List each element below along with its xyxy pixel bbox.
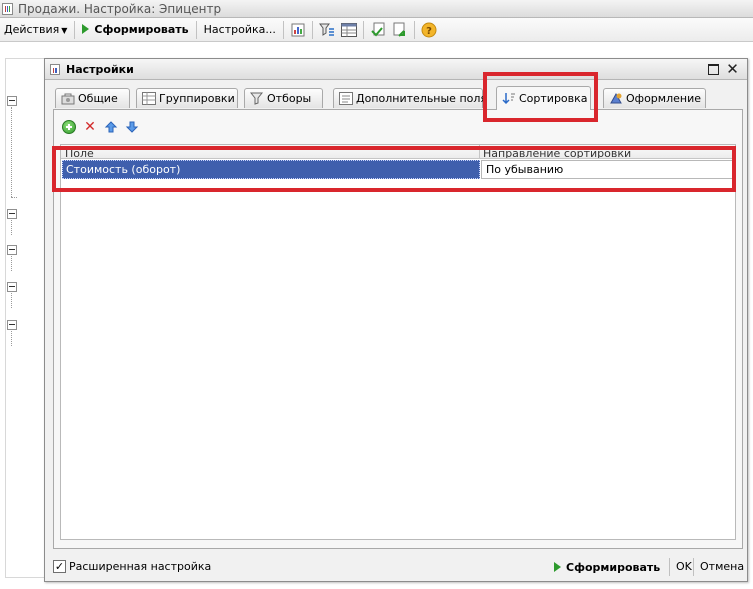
maximize-button[interactable] [707,63,720,76]
extended-settings-label[interactable]: Расширенная настройка [69,560,211,573]
settings-button[interactable]: Настройка... [200,20,280,40]
table-row[interactable]: Стоимость (оборот) По убыванию [62,160,734,179]
extended-settings-checkbox[interactable]: ✓ [53,560,66,573]
toolbar-divider [74,20,76,39]
close-button[interactable]: ✕ [726,62,739,77]
help-icon[interactable]: ? [420,21,438,39]
field-cell[interactable]: Стоимость (оборот) [62,160,480,179]
tree-line [11,220,12,235]
generate-label: Сформировать [566,560,661,574]
tab-label: Оформление [626,92,701,105]
cancel-button[interactable]: Отмена [693,558,744,576]
delete-icon[interactable]: ✕ [83,120,97,134]
collapse-icon[interactable] [7,282,17,292]
toolbar-divider [311,20,313,39]
load-settings-icon[interactable] [369,21,387,39]
svg-text:?: ? [426,26,432,37]
tab-sorting[interactable]: Сортировка [496,86,591,110]
generate-button[interactable]: Сформировать [554,558,660,576]
tab-filters[interactable]: Отборы [244,88,323,108]
generate-label: Сформировать [94,22,189,36]
save-settings-icon[interactable] [391,21,409,39]
actions-menu[interactable]: Действия ▼ [0,20,71,40]
tab-general[interactable]: Общие [55,88,130,108]
collapse-icon[interactable] [7,245,17,255]
tab-label: Общие [78,92,118,105]
tree-line [11,256,12,271]
tab-appearance[interactable]: Оформление [603,88,706,108]
tree-line [11,331,12,346]
tree-line [11,107,12,197]
actions-label: Действия [4,22,60,36]
column-divider[interactable] [479,145,480,158]
tab-label: Группировки [159,92,235,105]
move-down-icon[interactable] [125,120,139,134]
report-icon [50,63,60,75]
report-options-icon[interactable] [289,21,307,39]
collapse-icon[interactable] [7,320,17,330]
report-icon [2,2,13,15]
grouping-icon [142,92,156,105]
sorting-toolbar: ✕ [62,118,139,136]
dialog-title-bar[interactable]: Настройки [45,59,747,80]
chevron-down-icon: ▼ [61,25,68,35]
app-toolbar: Действия ▼ Сформировать Настройка... ? [0,18,753,42]
direction-cell[interactable]: По убыванию [481,160,734,179]
sort-icon [502,92,516,105]
add-icon[interactable] [62,120,76,134]
column-header-field[interactable]: Поле [65,147,94,158]
settings-tabs: Общие Группировки Отборы Дополнительные … [53,86,743,110]
table-header: Поле Направление сортировки [61,145,735,159]
ok-button[interactable]: OK [669,558,692,576]
tab-label: Отборы [267,92,312,105]
app-title: Продажи. Настройка: Эпицентр [18,1,222,16]
tab-grouping[interactable]: Группировки [136,88,238,108]
app-title-bar: Продажи. Настройка: Эпицентр [0,0,753,18]
run-icon [82,23,90,34]
dialog-footer: ✓ Расширенная настройка Сформировать OK … [45,554,747,581]
run-icon [554,562,561,572]
collapse-icon[interactable] [7,209,17,219]
tab-extra-fields[interactable]: Дополнительные поля [333,88,487,108]
settings-general-icon [61,92,75,105]
tree-line [11,197,17,198]
tree-line [11,293,12,308]
appearance-icon [609,92,623,105]
filter-settings-icon[interactable] [318,21,336,39]
toolbar-divider [282,20,284,39]
toolbar-divider [413,20,415,39]
generate-button[interactable]: Сформировать [78,20,192,40]
sort-table[interactable]: Поле Направление сортировки Стоимость (о… [60,144,736,540]
move-up-icon[interactable] [104,120,118,134]
sorting-panel: ✕ Поле Направление сортировки Стоимость … [53,109,743,549]
filter-icon [249,92,264,105]
extra-fields-icon [339,92,353,105]
toolbar-divider [362,20,364,39]
tab-label: Дополнительные поля [356,92,488,105]
tab-label: Сортировка [519,92,588,105]
table-icon[interactable] [340,21,358,39]
dialog-title: Настройки [66,62,134,76]
column-header-direction[interactable]: Направление сортировки [483,147,631,158]
collapse-icon[interactable] [7,96,17,106]
settings-dialog: Настройки ✕ Общие Группировки Отборы Доп… [44,58,748,582]
toolbar-divider [195,20,197,39]
